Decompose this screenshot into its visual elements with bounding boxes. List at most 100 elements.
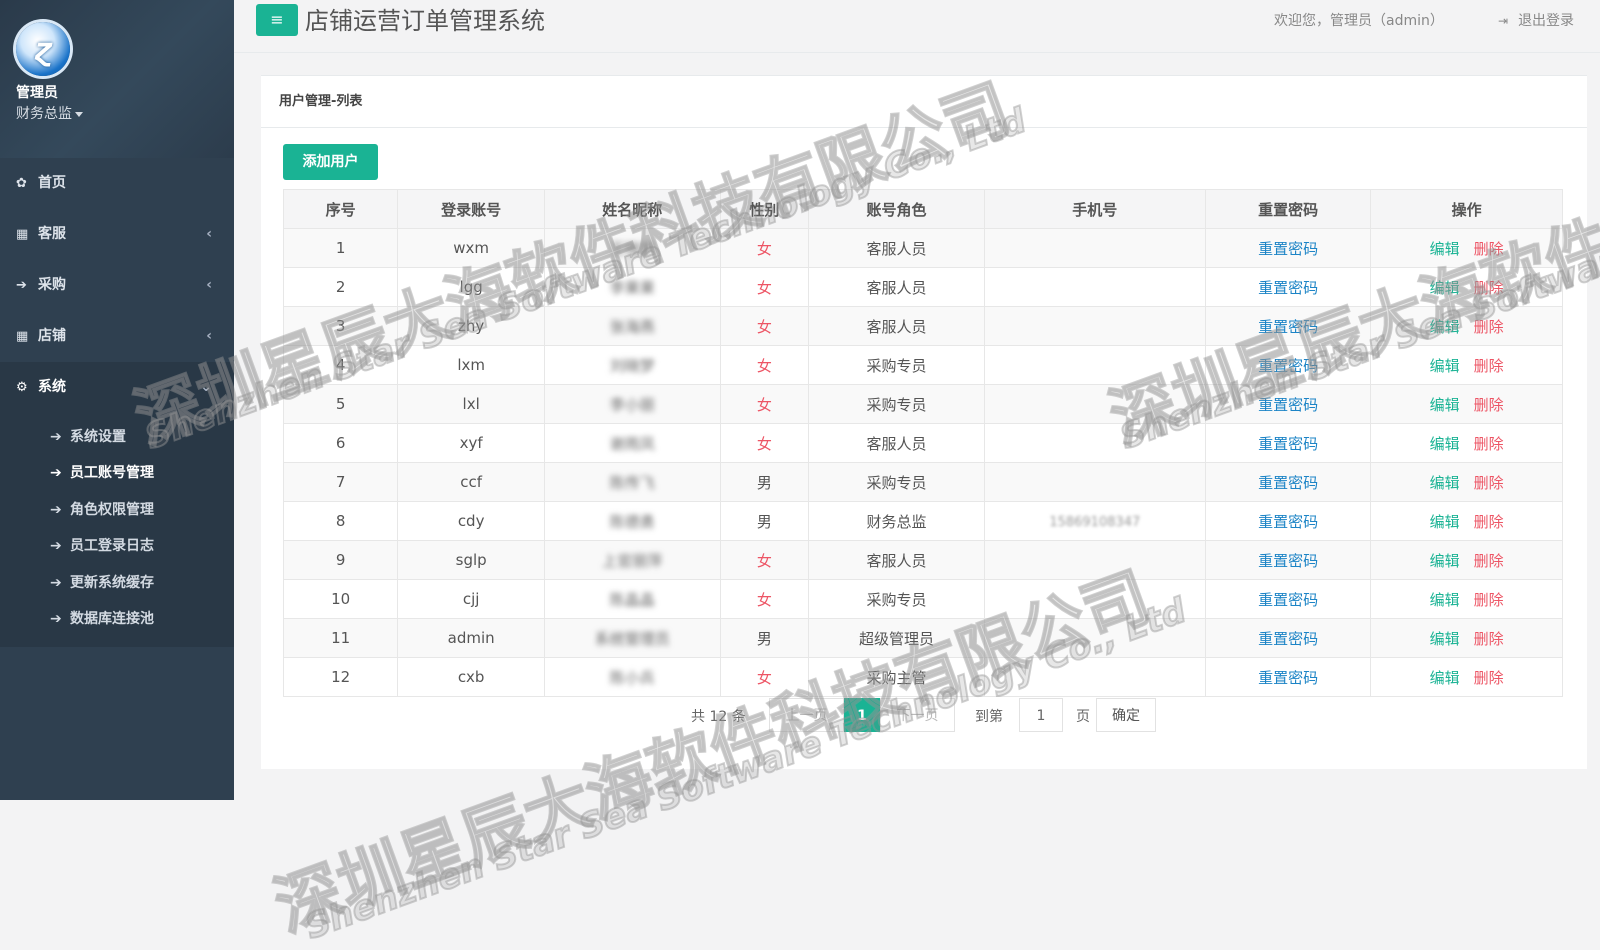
cell-name-text: 王晓梦 [609,239,655,258]
sidebar-item-customer-service[interactable]: ▦ 客服 ‹ [0,209,234,260]
cell-actions: 编辑 删除 [1370,462,1563,502]
cell-name: 陈德勇 [544,501,721,541]
cell-account: sglp [397,540,546,580]
delete-link[interactable]: 删除 [1474,474,1504,492]
edit-link[interactable]: 编辑 [1430,435,1460,453]
reset-password-link[interactable]: 重置密码 [1258,318,1318,336]
edit-link[interactable]: 编辑 [1430,318,1460,336]
cell-phone: 15869108347 [983,501,1206,541]
subnav-item-role-permissions[interactable]: ➔ 角色权限管理 [0,492,234,528]
cell-reset: 重置密码 [1204,306,1372,346]
delete-link[interactable]: 删除 [1474,279,1504,297]
panel-title: 用户管理-列表 [261,76,1587,128]
delete-link[interactable]: 删除 [1474,513,1504,531]
subnav-item-label: 员工登录日志 [70,538,154,555]
cell-name-text: 系统管理员 [594,629,670,648]
cell-account: cxb [397,657,546,697]
table-row: 5 lxl 李小丽 女采购专员 重置密码 编辑 删除 [282,384,1563,424]
subnav-item-system-settings[interactable]: ➔ 系统设置 [0,419,234,455]
cell-name-text: 李果果 [609,278,655,297]
delete-link[interactable]: 删除 [1474,435,1504,453]
cell-actions: 编辑 删除 [1370,618,1563,658]
sidebar-item-home[interactable]: ✿ 首页 [0,158,234,209]
reset-password-link[interactable]: 重置密码 [1258,240,1318,258]
edit-link[interactable]: 编辑 [1430,513,1460,531]
reset-password-link[interactable]: 重置密码 [1258,630,1318,648]
cell-no: 3 [282,306,399,346]
delete-link[interactable]: 删除 [1474,240,1504,258]
delete-link[interactable]: 删除 [1474,669,1504,687]
delete-link[interactable]: 删除 [1474,552,1504,570]
edit-link[interactable]: 编辑 [1430,396,1460,414]
welcome-text: 欢迎您，管理员（admin） [1274,13,1444,29]
reset-password-link[interactable]: 重置密码 [1258,552,1318,570]
sidebar-item-purchase[interactable]: ➔ 采购 ‹ [0,260,234,311]
add-user-button[interactable]: 添加用户 [283,144,378,180]
hamburger-icon: ≡ [270,10,284,29]
delete-link[interactable]: 删除 [1474,591,1504,609]
pagination-next-button[interactable]: 下一页 [880,698,955,732]
logout-link[interactable]: ⇥ 退出登录 [1498,10,1574,30]
cell-account: lxl [397,384,546,424]
reset-password-link[interactable]: 重置密码 [1258,513,1318,531]
reset-password-link[interactable]: 重置密码 [1258,357,1318,375]
edit-link[interactable]: 编辑 [1430,240,1460,258]
cell-role: 超级管理员 [808,618,985,658]
table-row: 4 lxm 刘晓梦 女采购专员 重置密码 编辑 删除 [282,345,1563,385]
reset-password-link[interactable]: 重置密码 [1258,435,1318,453]
edit-link[interactable]: 编辑 [1430,630,1460,648]
pagination-confirm-button[interactable]: 确定 [1096,698,1156,732]
sidebar-item-system[interactable]: ⚙ 系统 ⌄ [0,362,234,413]
pagination-page-input[interactable]: 1 [1019,698,1063,732]
delete-link[interactable]: 删除 [1474,630,1504,648]
pagination-page-1[interactable]: 1 [844,698,880,732]
cell-role: 客服人员 [808,540,985,580]
cell-name-text: 陈小兵 [609,668,655,687]
pagination: 共 12 条 上一页 1 下一页 到第 1 页 确定 [261,696,1587,736]
cell-actions: 编辑 删除 [1370,384,1563,424]
cell-no: 4 [282,345,399,385]
edit-link[interactable]: 编辑 [1430,279,1460,297]
subnav-item-refresh-cache[interactable]: ➔ 更新系统缓存 [0,565,234,601]
edit-link[interactable]: 编辑 [1430,591,1460,609]
cell-phone [983,618,1206,658]
reset-password-link[interactable]: 重置密码 [1258,396,1318,414]
reset-password-link[interactable]: 重置密码 [1258,669,1318,687]
cell-gender: 女 [719,228,810,268]
subnav-item-label: 数据库连接池 [70,610,154,627]
subnav-item-db-pool[interactable]: ➔ 数据库连接池 [0,601,234,637]
table-row: 2 lgg 李果果 女客服人员 重置密码 编辑 删除 [282,267,1563,307]
cell-reset: 重置密码 [1204,384,1372,424]
edit-link[interactable]: 编辑 [1430,474,1460,492]
cell-reset: 重置密码 [1204,423,1372,463]
cell-name: 王晓梦 [544,228,721,268]
cell-name-text: 陈德勇 [609,512,655,531]
edit-link[interactable]: 编辑 [1430,357,1460,375]
profile-role-label: 财务总监 [16,106,72,122]
reset-password-link[interactable]: 重置密码 [1258,474,1318,492]
delete-link[interactable]: 删除 [1474,357,1504,375]
profile-role-dropdown[interactable]: 财务总监 [16,103,83,123]
menu-toggle-button[interactable]: ≡ [256,4,298,36]
cell-name: 上官丽萍 [544,540,721,580]
sidebar: ɀ 管理员 财务总监 ✿ 首页 ▦ 客服 ‹ ➔ 采购 ‹ ▦ 店铺 ‹ ⚙ 系统 ⌄ ➔… [0,0,234,800]
edit-link[interactable]: 编辑 [1430,669,1460,687]
reset-password-link[interactable]: 重置密码 [1258,279,1318,297]
reset-password-link[interactable]: 重置密码 [1258,591,1318,609]
pagination-prev-button[interactable]: 上一页 [769,698,844,732]
grid-icon: ▦ [16,227,29,242]
cell-gender: 男 [719,618,810,658]
subnav-item-login-log[interactable]: ➔ 员工登录日志 [0,528,234,564]
edit-link[interactable]: 编辑 [1430,552,1460,570]
delete-link[interactable]: 删除 [1474,396,1504,414]
cell-phone [983,384,1206,424]
cell-no: 12 [282,657,399,697]
delete-link[interactable]: 删除 [1474,318,1504,336]
sidebar-item-store[interactable]: ▦ 店铺 ‹ [0,311,234,362]
cell-role: 采购专员 [808,579,985,619]
cell-actions: 编辑 删除 [1370,345,1563,385]
cell-name: 李果果 [544,267,721,307]
profile-name: 管理员 [16,85,58,101]
subnav-item-staff-accounts[interactable]: ➔ 员工账号管理 [0,455,234,491]
cell-account: admin [397,618,546,658]
